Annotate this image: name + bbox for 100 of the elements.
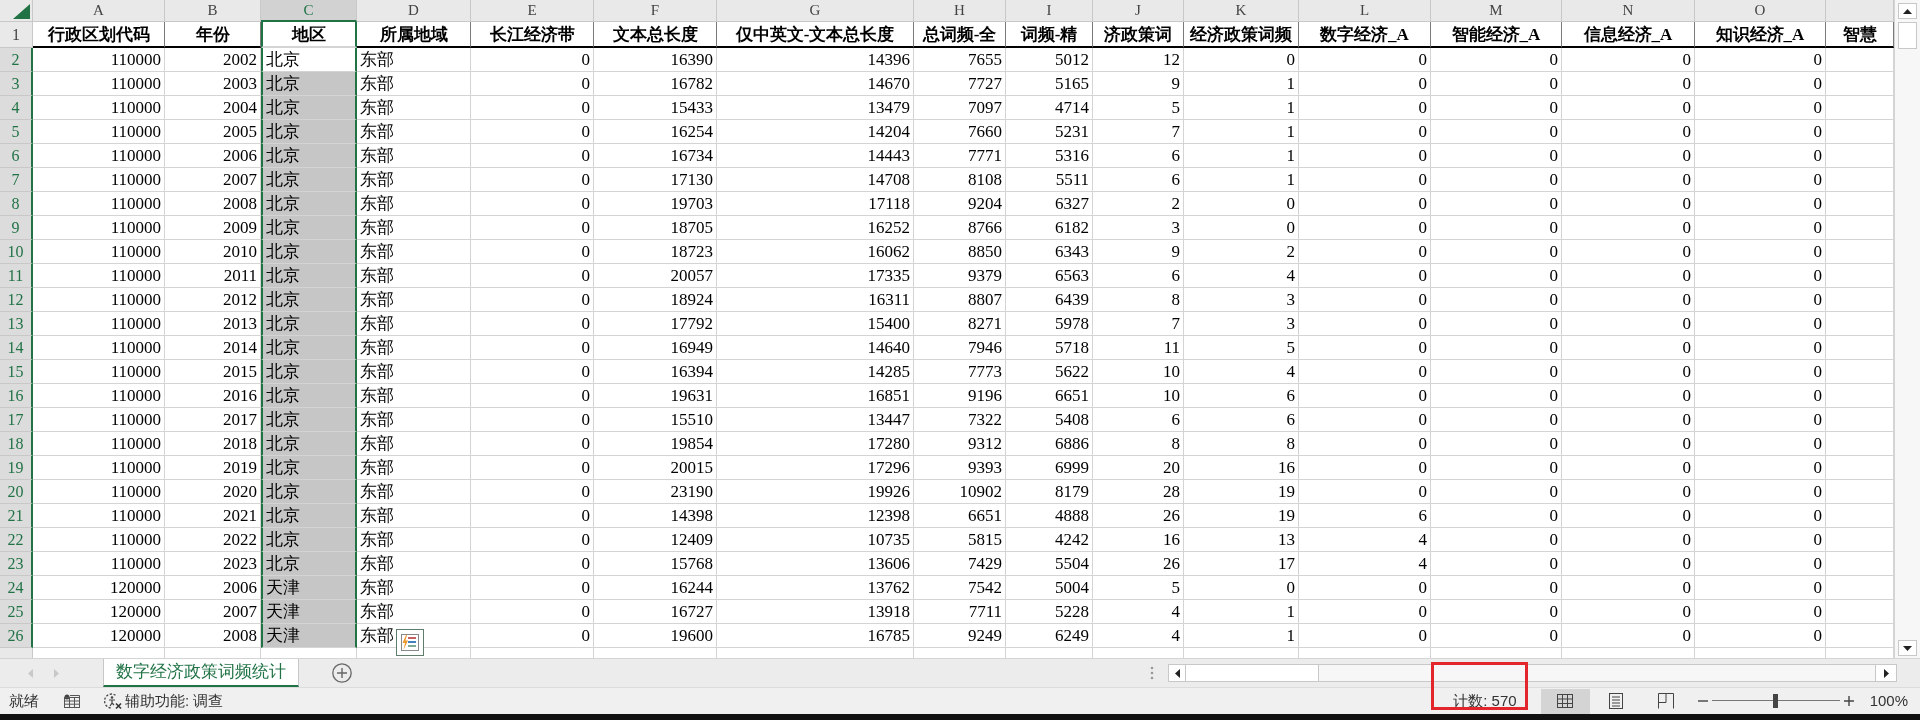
normal-view-button[interactable] — [1540, 688, 1590, 714]
column-header[interactable]: G — [717, 0, 914, 22]
row-header[interactable]: 26 — [0, 624, 33, 648]
table-cell: 19703 — [594, 192, 717, 216]
table-cell: 110000 — [33, 552, 165, 576]
table-cell: 110000 — [33, 96, 165, 120]
table-cell: 0 — [1562, 120, 1695, 144]
row-header[interactable]: 23 — [0, 552, 33, 576]
table-cell: 北京 — [261, 504, 357, 528]
table-cell: 12 — [1093, 48, 1184, 72]
zoom-level-button[interactable]: 100% — [1869, 689, 1908, 713]
row-header[interactable]: 16 — [0, 384, 33, 408]
row-header[interactable]: 12 — [0, 288, 33, 312]
zoom-slider[interactable] — [1711, 694, 1840, 708]
table-cell: 6886 — [1006, 432, 1093, 456]
select-all-button[interactable] — [0, 0, 33, 22]
table-cell: 17118 — [717, 192, 914, 216]
scrollbar-thumb[interactable] — [1898, 22, 1917, 49]
table-cell: 2004 — [165, 96, 261, 120]
scroll-left-button[interactable] — [1169, 665, 1186, 681]
row-header[interactable]: 21 — [0, 504, 33, 528]
spreadsheet-icon[interactable] — [64, 694, 80, 708]
row-header[interactable]: 22 — [0, 528, 33, 552]
column-header[interactable]: N — [1562, 0, 1695, 22]
row-header[interactable]: 25 — [0, 600, 33, 624]
row-header[interactable]: 2 — [0, 48, 33, 72]
column-header[interactable]: M — [1431, 0, 1562, 22]
header-cell: 信息经济_A — [1562, 22, 1695, 48]
slider-thumb[interactable] — [1773, 694, 1779, 708]
table-cell: 0 — [471, 72, 594, 96]
lightning-list-icon — [400, 633, 420, 652]
horizontal-scrollbar[interactable] — [1168, 664, 1897, 682]
vertical-scrollbar[interactable] — [1894, 0, 1920, 658]
column-header[interactable]: I — [1006, 0, 1093, 22]
column-header[interactable]: L — [1299, 0, 1431, 22]
table-cell: 北京 — [261, 432, 357, 456]
autofill-options-button[interactable] — [396, 629, 424, 656]
table-cell: 0 — [471, 600, 594, 624]
column-header[interactable]: O — [1695, 0, 1826, 22]
column-header[interactable]: K — [1184, 0, 1299, 22]
row-header[interactable]: 7 — [0, 168, 33, 192]
table-cell: 5012 — [1006, 48, 1093, 72]
row-header[interactable]: 4 — [0, 96, 33, 120]
table-cell: 0 — [471, 480, 594, 504]
column-header[interactable]: D — [357, 0, 471, 22]
row-header[interactable]: 1 — [0, 22, 33, 48]
scrollbar-thumb[interactable] — [1186, 665, 1319, 681]
row-header[interactable]: 19 — [0, 456, 33, 480]
table-cell: 8807 — [914, 288, 1006, 312]
accessibility-button[interactable]: 辅助功能: 调查 — [125, 689, 224, 713]
row-header[interactable]: 15 — [0, 360, 33, 384]
row-header[interactable]: 10 — [0, 240, 33, 264]
table-cell: 0 — [1431, 336, 1562, 360]
accessibility-icon[interactable] — [104, 692, 122, 710]
row-header[interactable]: 24 — [0, 576, 33, 600]
table-cell: 0 — [471, 192, 594, 216]
row-header[interactable]: 18 — [0, 432, 33, 456]
zoom-in-button[interactable] — [1841, 694, 1856, 708]
table-cell: 14640 — [717, 336, 914, 360]
row-header[interactable]: 6 — [0, 144, 33, 168]
table-cell: 6563 — [1006, 264, 1093, 288]
sheet-tab[interactable]: 数字经济政策词频统计 — [103, 659, 299, 687]
column-header[interactable]: E — [471, 0, 594, 22]
table-cell: 0 — [471, 624, 594, 648]
header-cell: 文本总长度 — [594, 22, 717, 48]
table-cell: 17792 — [594, 312, 717, 336]
table-cell: 18723 — [594, 240, 717, 264]
table-cell: 13918 — [717, 600, 914, 624]
row-header[interactable]: 9 — [0, 216, 33, 240]
row-header[interactable]: 13 — [0, 312, 33, 336]
table-cell: 6439 — [1006, 288, 1093, 312]
new-sheet-button[interactable] — [332, 663, 352, 683]
table-cell: 东部 — [357, 264, 471, 288]
row-header[interactable]: 3 — [0, 72, 33, 96]
table-cell: 5408 — [1006, 408, 1093, 432]
scroll-up-button[interactable] — [1898, 3, 1917, 19]
scroll-down-button[interactable] — [1898, 640, 1917, 656]
row-header[interactable]: 8 — [0, 192, 33, 216]
row-header[interactable]: 17 — [0, 408, 33, 432]
table-cell: 0 — [1431, 528, 1562, 552]
table-cell: 0 — [1562, 336, 1695, 360]
left-triangle-icon — [27, 668, 33, 678]
column-header[interactable]: F — [594, 0, 717, 22]
splitter-handle-icon[interactable] — [1150, 666, 1154, 680]
row-header[interactable]: 20 — [0, 480, 33, 504]
row-header[interactable]: 11 — [0, 264, 33, 288]
table-cell: 0 — [471, 96, 594, 120]
table-cell: 9379 — [914, 264, 1006, 288]
table-cell: 5165 — [1006, 72, 1093, 96]
row-header[interactable]: 14 — [0, 336, 33, 360]
column-header[interactable]: H — [914, 0, 1006, 22]
column-header[interactable]: B — [165, 0, 261, 22]
scroll-right-button[interactable] — [1875, 665, 1896, 681]
row-header[interactable]: 5 — [0, 120, 33, 144]
table-cell: 16062 — [717, 240, 914, 264]
column-header[interactable]: A — [33, 0, 165, 22]
column-header[interactable]: J — [1093, 0, 1184, 22]
column-header[interactable]: C — [261, 0, 357, 22]
table-cell: 东部 — [357, 552, 471, 576]
right-triangle-icon — [53, 668, 59, 678]
